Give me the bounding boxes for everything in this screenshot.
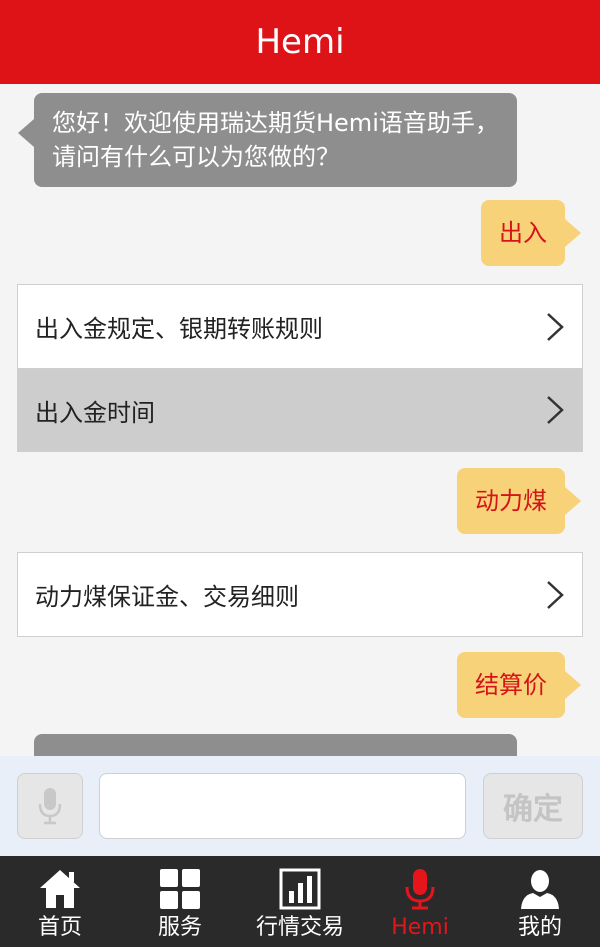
input-bar: 确定 (0, 756, 600, 856)
microphone-icon (405, 869, 435, 910)
user-message: 出入 (481, 200, 581, 266)
user-icon (521, 870, 559, 909)
answer-option[interactable]: 出入金规定、银期转账规则 (18, 285, 582, 368)
answer-option[interactable]: 动力煤保证金、交易细则 (18, 553, 582, 636)
user-message-text: 出入 (499, 219, 547, 247)
tab-home[interactable]: 首页 (0, 856, 120, 947)
user-message-text: 动力煤 (475, 487, 547, 515)
assistant-message (34, 734, 517, 756)
chevron-right-icon (547, 396, 564, 424)
grid-icon (160, 869, 200, 909)
chevron-right-icon (547, 580, 564, 609)
answer-option-label: 出入金规定、银期转账规则 (35, 315, 323, 343)
home-icon (40, 870, 80, 908)
answer-option-label: 出入金时间 (35, 398, 155, 427)
assistant-message-text: 您好！欢迎使用瑞达期货Hemi语音助手，请问有什么可以为您做的？ (52, 109, 499, 171)
tab-market-trading[interactable]: 行情交易 (240, 856, 360, 947)
tab-label: 服务 (157, 915, 202, 940)
bottom-tab-bar: 首页 服务 行情交易 Hemi 我的 (0, 856, 600, 947)
answer-option[interactable]: 出入金时间 (18, 368, 582, 451)
tab-label: 首页 (37, 915, 82, 940)
message-input[interactable] (99, 773, 466, 839)
assistant-message: 您好！欢迎使用瑞达期货Hemi语音助手，请问有什么可以为您做的？ (18, 93, 517, 187)
microphone-icon (38, 788, 62, 825)
answer-options: 出入金规定、银期转账规则 出入金时间 (17, 284, 583, 452)
user-message-text: 结算价 (475, 671, 547, 699)
bubble-tail (565, 671, 581, 699)
chevron-right-icon (547, 312, 564, 341)
chat-area[interactable]: 您好！欢迎使用瑞达期货Hemi语音助手，请问有什么可以为您做的？ 出入 出入金规… (0, 84, 600, 756)
tab-label: 行情交易 (255, 915, 344, 940)
app-header: Hemi (0, 0, 600, 84)
confirm-button[interactable]: 确定 (483, 773, 583, 839)
page-title: Hemi (255, 22, 345, 62)
user-message: 动力煤 (457, 468, 581, 534)
tab-services[interactable]: 服务 (120, 856, 240, 947)
bubble-tail (565, 219, 581, 247)
tab-label: 我的 (517, 915, 562, 940)
voice-input-button[interactable] (17, 773, 83, 839)
bubble-tail (565, 487, 581, 515)
bubble-tail (18, 119, 34, 147)
user-message: 结算价 (457, 652, 581, 718)
answer-options: 动力煤保证金、交易细则 (17, 552, 583, 637)
answer-option-label: 动力煤保证金、交易细则 (35, 583, 299, 611)
tab-profile[interactable]: 我的 (480, 856, 600, 947)
tab-hemi[interactable]: Hemi (360, 856, 480, 947)
chart-icon (279, 868, 321, 910)
tab-label: Hemi (391, 915, 449, 940)
